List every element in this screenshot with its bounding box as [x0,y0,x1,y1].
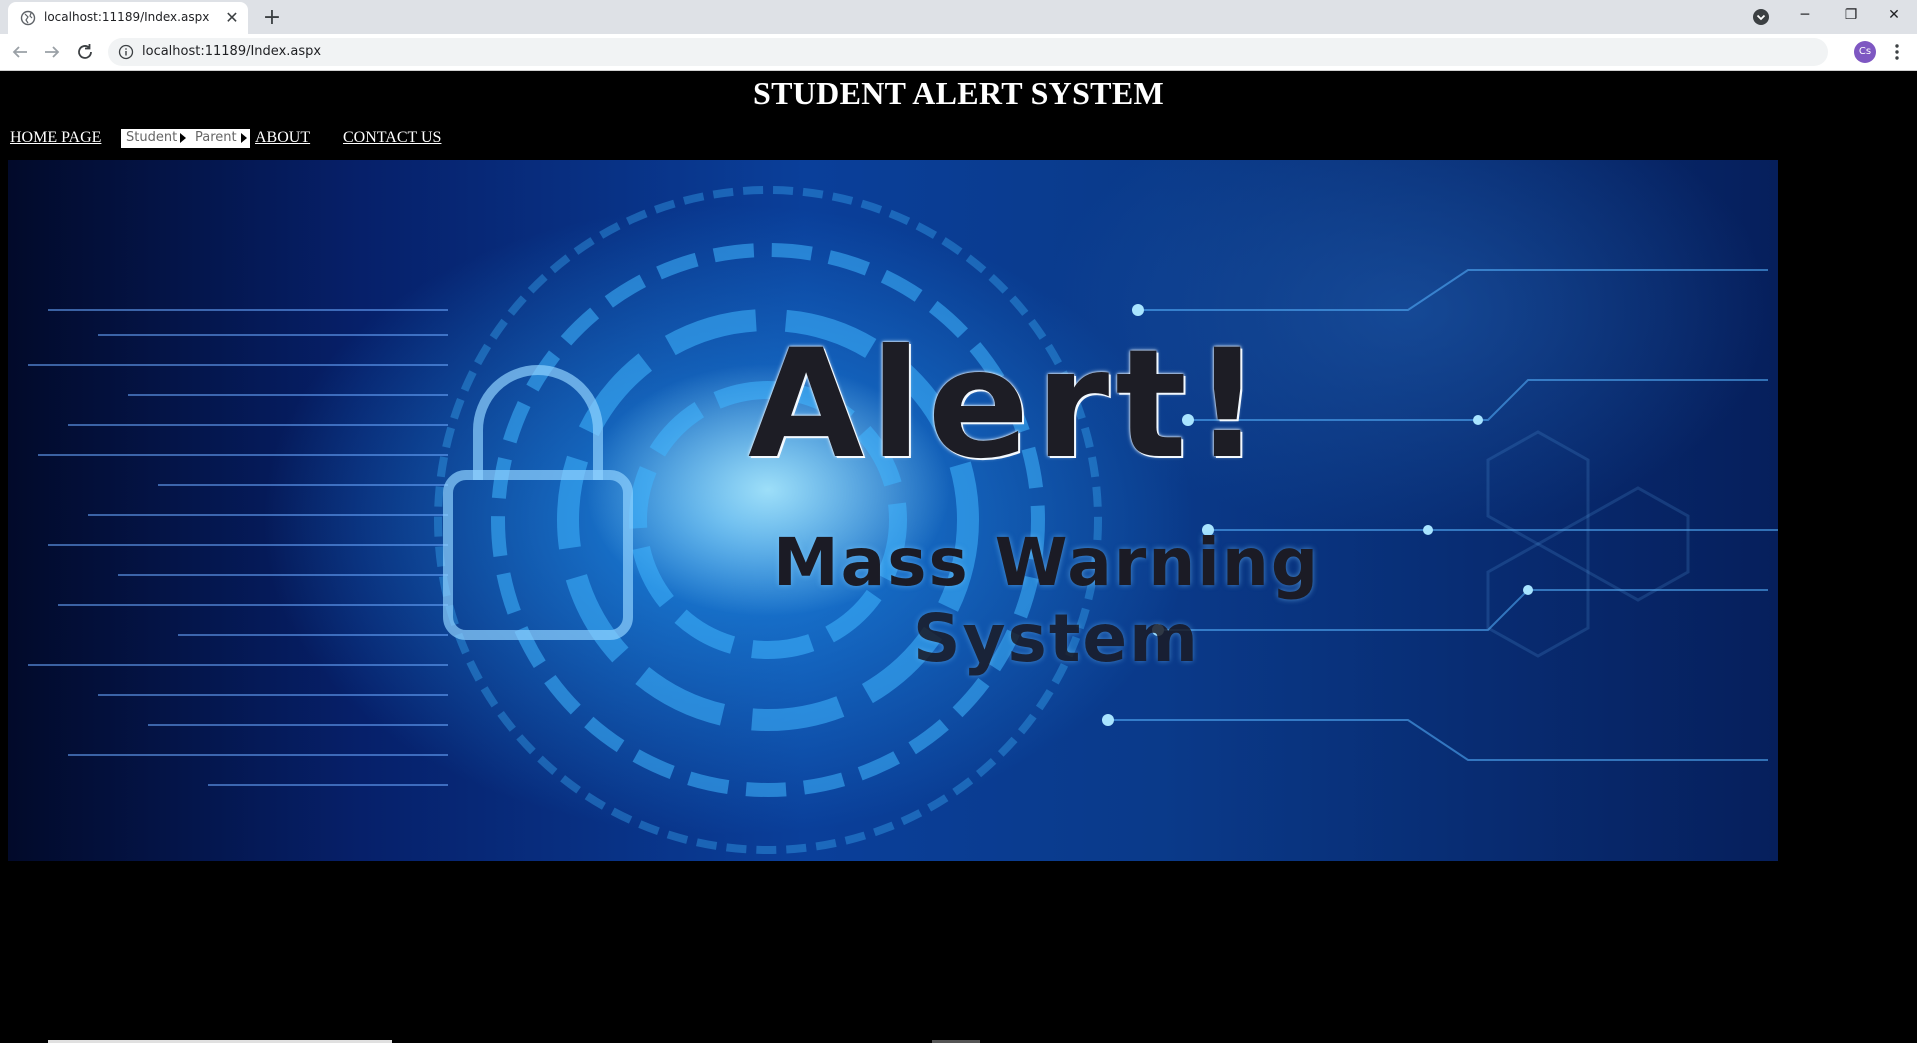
close-window-button[interactable]: ✕ [1871,0,1917,30]
tab-title: localhost:11189/Index.aspx [44,10,210,24]
page-title: STUDENT ALERT SYSTEM [753,75,1164,111]
nav-menu: Student Parent [121,129,250,148]
submenu-arrow-icon [241,133,247,143]
hero-banner-image: Alert! Mass Warning System [8,160,1778,861]
tab-search-icon[interactable] [1752,8,1770,26]
restore-button[interactable]: ❐ [1828,0,1874,30]
menu-item-parent[interactable]: Parent [195,130,237,147]
hero-headline: Alert! [748,318,1268,492]
address-bar[interactable]: localhost:11189/Index.aspx [108,38,1828,66]
tab-strip: localhost:11189/Index.aspx ✕ + ─ ❐ ✕ [0,0,1917,34]
reload-icon[interactable] [73,40,97,64]
browser-tab[interactable]: localhost:11189/Index.aspx ✕ [8,2,248,34]
hero-subtitle-line1: Mass Warning [773,524,1321,601]
globe-icon [20,10,36,26]
new-tab-button[interactable]: + [258,4,286,32]
browser-toolbar: localhost:11189/Index.aspx Cs [0,34,1917,71]
forward-icon[interactable] [40,40,64,64]
info-icon[interactable] [118,44,134,60]
minimize-button[interactable]: ─ [1782,0,1828,30]
close-tab-icon[interactable]: ✕ [224,10,240,26]
profile-avatar[interactable]: Cs [1854,41,1876,63]
kebab-menu-icon[interactable] [1886,41,1908,63]
nav-home-link[interactable]: HOME PAGE [10,129,101,147]
page-content: STUDENT ALERT SYSTEM HOME PAGE Student P… [0,71,1917,1043]
nav-about-link[interactable]: ABOUT [255,129,310,147]
nav-contact-link[interactable]: CONTACT US [343,129,441,147]
hero-subtitle-line2: System [913,600,1200,677]
submenu-arrow-icon [180,133,186,143]
banner-graphics [28,186,1778,854]
menu-item-student[interactable]: Student [126,130,177,147]
url-text: localhost:11189/Index.aspx [142,44,322,59]
back-icon[interactable] [8,40,32,64]
